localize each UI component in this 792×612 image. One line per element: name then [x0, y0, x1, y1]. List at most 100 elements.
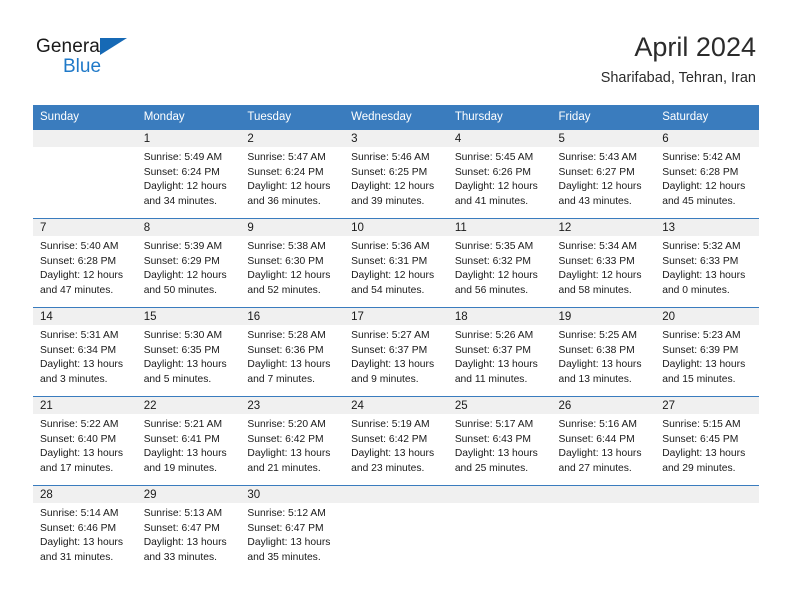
day-cell[interactable]: 1 Sunrise: 5:49 AM Sunset: 6:24 PM Daylight… — [136, 129, 241, 219]
daylight-duration-line2: and 13 minutes. — [558, 373, 632, 385]
day-sun-info: Sunrise: 5:17 AM Sunset: 6:43 PM Daylight:… — [448, 414, 552, 476]
sunrise-time: Sunrise: 5:19 AM — [351, 419, 430, 430]
day-number: 24 — [344, 397, 448, 414]
daylight-duration-line2: and 50 minutes. — [143, 284, 217, 296]
day-cell[interactable]: 24 Sunrise: 5:19 AM Sunset: 6:42 PM Dayligh… — [344, 396, 448, 486]
day-cell[interactable]: 13 Sunrise: 5:32 AM Sunset: 6:33 PM Dayligh… — [655, 218, 759, 308]
day-number: 5 — [551, 130, 656, 147]
sunrise-time: Sunrise: 5:15 AM — [662, 419, 741, 430]
day-number — [551, 486, 656, 503]
weekday-header-friday: Friday — [551, 105, 656, 130]
day-cell[interactable]: 28 Sunrise: 5:14 AM Sunset: 6:46 PM Dayligh… — [33, 485, 137, 575]
sunrise-time: Sunrise: 5:12 AM — [247, 508, 326, 519]
daylight-duration-line1: Daylight: 13 hours — [40, 359, 123, 371]
daylight-duration-line1: Daylight: 13 hours — [143, 359, 227, 371]
day-cell[interactable]: 25 Sunrise: 5:17 AM Sunset: 6:43 PM Dayligh… — [447, 396, 552, 486]
calendar-week-row: 21 Sunrise: 5:22 AM Sunset: 6:40 PM Dayligh… — [33, 396, 759, 486]
day-cell[interactable]: 4 Sunrise: 5:45 AM Sunset: 6:26 PM Daylight… — [447, 129, 552, 219]
day-sun-info: Sunrise: 5:38 AM Sunset: 6:30 PM Daylight:… — [240, 236, 344, 298]
general-blue-logo[interactable]: General Blue — [36, 36, 156, 84]
daylight-duration-line1: Daylight: 12 hours — [143, 181, 227, 193]
day-cell[interactable]: 9 Sunrise: 5:38 AM Sunset: 6:30 PM Daylight… — [240, 218, 345, 308]
day-cell[interactable]: 12 Sunrise: 5:34 AM Sunset: 6:33 PM Dayligh… — [551, 218, 656, 308]
daylight-duration-line2: and 19 minutes. — [143, 462, 217, 474]
sunrise-time: Sunrise: 5:30 AM — [143, 330, 223, 341]
weekday-header-monday: Monday — [136, 105, 241, 130]
logo-text-general: General — [36, 36, 105, 57]
sunset-time: Sunset: 6:24 PM — [247, 166, 324, 178]
page-title: April 2024 — [634, 32, 756, 62]
sunset-time: Sunset: 6:32 PM — [454, 255, 531, 267]
day-cell[interactable]: 22 Sunrise: 5:21 AM Sunset: 6:41 PM Dayligh… — [136, 396, 241, 486]
daylight-duration-line2: and 0 minutes. — [662, 284, 730, 296]
day-cell[interactable]: 16 Sunrise: 5:28 AM Sunset: 6:36 PM Dayligh… — [240, 307, 345, 397]
day-cell-empty — [551, 485, 656, 575]
day-cell[interactable]: 11 Sunrise: 5:35 AM Sunset: 6:32 PM Dayligh… — [447, 218, 552, 308]
calendar-head: Sunday Monday Tuesday Wednesday Thursday… — [33, 105, 759, 130]
day-cell[interactable]: 14 Sunrise: 5:31 AM Sunset: 6:34 PM Dayligh… — [33, 307, 137, 397]
daylight-duration-line2: and 5 minutes. — [143, 373, 212, 385]
day-number: 21 — [33, 397, 137, 414]
sunrise-time: Sunrise: 5:23 AM — [662, 330, 741, 341]
day-number: 18 — [447, 308, 552, 325]
sunset-time: Sunset: 6:35 PM — [143, 344, 220, 356]
day-sun-info: Sunrise: 5:36 AM Sunset: 6:31 PM Daylight:… — [344, 236, 448, 298]
day-cell[interactable]: 30 Sunrise: 5:12 AM Sunset: 6:47 PM Dayligh… — [240, 485, 345, 575]
daylight-duration-line1: Daylight: 12 hours — [247, 181, 331, 193]
day-cell[interactable]: 8 Sunrise: 5:39 AM Sunset: 6:29 PM Daylight… — [136, 218, 241, 308]
day-number: 2 — [240, 130, 345, 147]
day-cell[interactable]: 15 Sunrise: 5:30 AM Sunset: 6:35 PM Dayligh… — [136, 307, 241, 397]
day-cell-empty — [344, 485, 448, 575]
daylight-duration-line1: Daylight: 12 hours — [662, 181, 746, 193]
daylight-duration-line1: Daylight: 12 hours — [454, 181, 538, 193]
daylight-duration-line1: Daylight: 13 hours — [143, 537, 227, 549]
day-cell[interactable]: 29 Sunrise: 5:13 AM Sunset: 6:47 PM Dayligh… — [136, 485, 241, 575]
weekday-header-row: Sunday Monday Tuesday Wednesday Thursday… — [33, 105, 759, 130]
daylight-duration-line1: Daylight: 13 hours — [40, 537, 123, 549]
day-number: 8 — [136, 219, 241, 236]
page-header: General Blue April 2024 Sharifabad, Tehr… — [0, 0, 792, 104]
daylight-duration-line2: and 45 minutes. — [662, 195, 736, 207]
sunrise-time: Sunrise: 5:26 AM — [454, 330, 534, 341]
day-cell[interactable]: 26 Sunrise: 5:16 AM Sunset: 6:44 PM Dayligh… — [551, 396, 656, 486]
sunset-time: Sunset: 6:25 PM — [351, 166, 428, 178]
daylight-duration-line2: and 9 minutes. — [351, 373, 419, 385]
day-cell[interactable]: 23 Sunrise: 5:20 AM Sunset: 6:42 PM Dayligh… — [240, 396, 345, 486]
daylight-duration-line2: and 39 minutes. — [351, 195, 425, 207]
day-number: 12 — [551, 219, 656, 236]
day-number: 16 — [240, 308, 345, 325]
day-number: 4 — [447, 130, 552, 147]
day-cell[interactable]: 5 Sunrise: 5:43 AM Sunset: 6:27 PM Daylight… — [551, 129, 656, 219]
sunset-time: Sunset: 6:36 PM — [247, 344, 324, 356]
day-cell[interactable]: 6 Sunrise: 5:42 AM Sunset: 6:28 PM Daylight… — [655, 129, 759, 219]
sunset-time: Sunset: 6:28 PM — [662, 166, 739, 178]
day-cell[interactable]: 27 Sunrise: 5:15 AM Sunset: 6:45 PM Dayligh… — [655, 396, 759, 486]
sunset-time: Sunset: 6:43 PM — [454, 433, 531, 445]
day-cell[interactable]: 20 Sunrise: 5:23 AM Sunset: 6:39 PM Dayligh… — [655, 307, 759, 397]
day-cell[interactable]: 19 Sunrise: 5:25 AM Sunset: 6:38 PM Dayligh… — [551, 307, 656, 397]
day-cell[interactable]: 17 Sunrise: 5:27 AM Sunset: 6:37 PM Dayligh… — [344, 307, 448, 397]
day-number: 26 — [551, 397, 656, 414]
day-sun-info: Sunrise: 5:27 AM Sunset: 6:37 PM Daylight:… — [344, 325, 448, 387]
sunset-time: Sunset: 6:27 PM — [558, 166, 635, 178]
day-cell[interactable]: 2 Sunrise: 5:47 AM Sunset: 6:24 PM Daylight… — [240, 129, 345, 219]
day-sun-info: Sunrise: 5:31 AM Sunset: 6:34 PM Daylight:… — [33, 325, 137, 387]
daylight-duration-line2: and 27 minutes. — [558, 462, 632, 474]
day-cell[interactable]: 10 Sunrise: 5:36 AM Sunset: 6:31 PM Dayligh… — [344, 218, 448, 308]
sunset-time: Sunset: 6:39 PM — [662, 344, 739, 356]
daylight-duration-line2: and 17 minutes. — [40, 462, 114, 474]
day-cell[interactable]: 21 Sunrise: 5:22 AM Sunset: 6:40 PM Dayligh… — [33, 396, 137, 486]
daylight-duration-line1: Daylight: 13 hours — [662, 270, 746, 282]
sunrise-time: Sunrise: 5:42 AM — [662, 152, 741, 163]
day-number: 27 — [655, 397, 759, 414]
day-cell[interactable]: 18 Sunrise: 5:26 AM Sunset: 6:37 PM Dayligh… — [447, 307, 552, 397]
day-cell[interactable]: 3 Sunrise: 5:46 AM Sunset: 6:25 PM Daylight… — [344, 129, 448, 219]
daylight-duration-line1: Daylight: 12 hours — [558, 181, 642, 193]
daylight-duration-line2: and 34 minutes. — [143, 195, 217, 207]
sunset-time: Sunset: 6:46 PM — [40, 522, 117, 534]
day-sun-info: Sunrise: 5:15 AM Sunset: 6:45 PM Daylight:… — [655, 414, 759, 476]
page-subtitle: Sharifabad, Tehran, Iran — [600, 70, 756, 86]
day-cell-empty — [655, 485, 759, 575]
daylight-duration-line2: and 7 minutes. — [247, 373, 315, 385]
day-cell[interactable]: 7 Sunrise: 5:40 AM Sunset: 6:28 PM Daylight… — [33, 218, 137, 308]
